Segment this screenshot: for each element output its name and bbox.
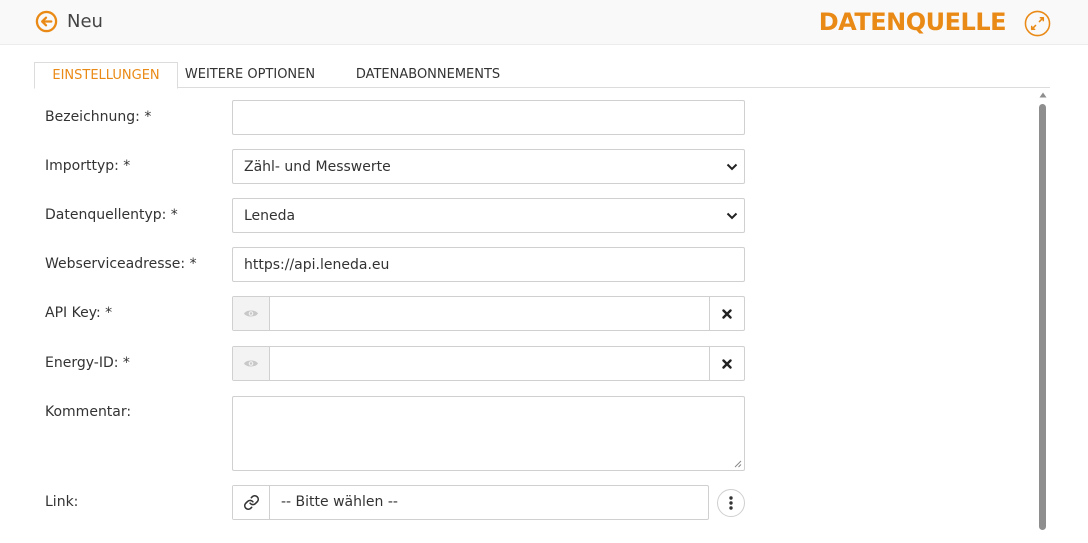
link-more-button[interactable] (717, 489, 745, 517)
datenquellentyp-label: Datenquellentyp: * (45, 207, 178, 223)
page-title: DATENQUELLE (818, 8, 1007, 36)
energy-id-field (232, 346, 745, 381)
datenquellentyp-field: Leneda (232, 198, 745, 233)
energy-id-label: Energy-ID: * (45, 355, 130, 371)
expand-icon[interactable] (1024, 10, 1051, 37)
link-field[interactable]: -- Bitte wählen -- (232, 485, 709, 520)
eye-icon (244, 310, 258, 317)
webserviceadresse-field (232, 247, 745, 282)
energy-id-input-wrap (270, 347, 709, 380)
energy-id-input[interactable] (270, 347, 709, 380)
bezeichnung-field (232, 100, 745, 135)
arrow-left-circle-icon[interactable] (35, 10, 58, 33)
link-select-value[interactable]: -- Bitte wählen -- (270, 486, 708, 519)
scrollbar-thumb[interactable] (1039, 104, 1046, 530)
kommentar-label: Kommentar: (45, 404, 132, 420)
eye-icon (244, 360, 258, 367)
api-key-label: API Key: * (45, 305, 113, 321)
tab-bar: EINSTELLUNGEN WEITERE OPTIONEN DATENABON… (34, 62, 1050, 89)
more-vertical-icon (729, 496, 733, 510)
link-label: Link: (45, 494, 79, 510)
energy-id-clear-button[interactable] (709, 347, 744, 380)
kommentar-field (232, 396, 745, 471)
tab-einstellungen[interactable]: EINSTELLUNGEN (34, 62, 178, 89)
back-label[interactable]: Neu (67, 11, 103, 32)
importtyp-field: Zähl- und Messwerte (232, 149, 745, 184)
api-key-visibility-toggle[interactable] (233, 297, 270, 330)
close-icon (722, 358, 732, 369)
link-icon-addon (233, 486, 270, 519)
webserviceadresse-input[interactable] (233, 248, 744, 281)
bezeichnung-label: Bezeichnung: * (45, 109, 152, 125)
datenquellentyp-select[interactable]: Leneda (233, 199, 744, 232)
tab-weitere-optionen[interactable]: WEITERE OPTIONEN (180, 62, 320, 89)
scroll-up-arrow-icon[interactable] (1039, 92, 1047, 98)
close-icon (722, 308, 732, 319)
importtyp-select[interactable]: Zähl- und Messwerte (233, 150, 744, 183)
kommentar-textarea[interactable] (233, 397, 744, 470)
energy-id-visibility-toggle[interactable] (233, 347, 270, 380)
importtyp-label: Importtyp: * (45, 158, 131, 174)
tab-datenabonnements[interactable]: DATENABONNEMENTS (340, 62, 516, 89)
api-key-input[interactable] (270, 297, 709, 330)
api-key-field (232, 296, 745, 331)
bezeichnung-input[interactable] (233, 101, 744, 134)
link-icon (243, 495, 259, 510)
api-key-clear-button[interactable] (709, 297, 744, 330)
api-key-input-wrap (270, 297, 709, 330)
webserviceadresse-label: Webserviceadresse: * (45, 256, 197, 272)
header-bar: Neu DATENQUELLE (0, 0, 1088, 45)
